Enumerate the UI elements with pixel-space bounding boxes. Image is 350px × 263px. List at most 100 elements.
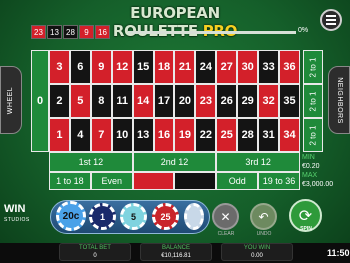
low-bet[interactable]: 1 to 18 — [49, 172, 91, 190]
logo-sub: STUDIOS — [4, 217, 30, 223]
dozen-bet[interactable]: 1st 12 — [49, 152, 133, 172]
number-cell[interactable]: 17 — [153, 84, 175, 118]
number-cell[interactable]: 3 — [49, 50, 70, 84]
menu-icon-line — [326, 15, 336, 17]
red-bet[interactable] — [132, 172, 175, 190]
total-bet-label: TOTAL BET — [79, 245, 111, 251]
even-bet[interactable]: Even — [90, 172, 133, 190]
neighbors-tab[interactable]: NEIGHBORS — [328, 66, 350, 134]
number-cell[interactable]: 31 — [258, 118, 280, 152]
number-cell[interactable]: 23 — [195, 84, 217, 118]
number-label: 17 — [157, 95, 171, 107]
number-cell[interactable]: 19 — [174, 118, 196, 152]
win-studios-logo: WIN STUDIOS — [4, 204, 30, 226]
chip-1[interactable]: 1 — [89, 203, 116, 230]
chip-25[interactable]: 25 — [152, 203, 179, 230]
history-result: 13 — [47, 25, 62, 39]
number-cell[interactable]: 28 — [237, 118, 259, 152]
number-label: 11 — [116, 95, 129, 107]
win-value: 0.00 — [251, 253, 263, 259]
number-cell[interactable]: 33 — [258, 50, 280, 84]
chip-5[interactable]: 5 — [120, 203, 147, 230]
logo-main: WIN — [4, 203, 26, 215]
undo-button[interactable]: ↶ — [250, 203, 277, 230]
balance-label: BALANCE — [161, 245, 190, 251]
menu-button[interactable] — [320, 9, 342, 31]
number-cell[interactable]: 2 — [49, 84, 70, 118]
chip-20c[interactable]: 20c — [56, 201, 86, 231]
high-bet[interactable]: 19 to 36 — [258, 172, 300, 190]
number-cell[interactable]: 30 — [237, 50, 259, 84]
number-cell[interactable]: 9 — [90, 50, 112, 84]
number-label: 2 — [56, 95, 63, 107]
number-label: 29 — [241, 95, 254, 107]
number-cell[interactable]: 25 — [216, 118, 238, 152]
max-value: €3,000.00 — [302, 181, 334, 188]
number-cell[interactable]: 14 — [132, 84, 154, 118]
max-label: MAX — [302, 172, 318, 179]
zero-cell[interactable]: 0 — [31, 50, 49, 152]
number-cell[interactable]: 7 — [90, 118, 112, 152]
number-cell[interactable]: 5 — [69, 84, 91, 118]
number-cell[interactable]: 18 — [153, 50, 175, 84]
number-cell[interactable]: 13 — [132, 118, 154, 152]
number-label: 24 — [199, 61, 212, 73]
number-label: 5 — [77, 95, 84, 107]
column-bet[interactable]: 2 to 1 — [303, 84, 323, 118]
number-label: 14 — [136, 95, 150, 107]
number-label: 31 — [262, 129, 275, 141]
black-bet[interactable] — [174, 172, 217, 190]
clear-button[interactable]: ✕ — [212, 203, 239, 230]
menu-icon-line — [326, 23, 336, 25]
win-label: YOU WIN — [243, 245, 271, 251]
number-cell[interactable]: 27 — [216, 50, 238, 84]
number-label: 35 — [283, 95, 296, 107]
number-cell[interactable]: 34 — [279, 118, 300, 152]
number-grid: 3 6 9 12 15 18 21 24 27 30 33 36 2 5 8 11 14 17 20 23 26 29 32… — [49, 50, 300, 152]
wheel-tab[interactable]: WHEEL — [0, 66, 22, 134]
number-cell[interactable]: 35 — [279, 84, 300, 118]
column-bet-label: 2 to 1 — [308, 124, 318, 146]
number-label: 23 — [199, 95, 212, 107]
odd-bet[interactable]: Odd — [216, 172, 259, 190]
number-label: 30 — [241, 61, 254, 73]
number-cell[interactable]: 22 — [195, 118, 217, 152]
number-cell[interactable]: 24 — [195, 50, 217, 84]
number-cell[interactable]: 20 — [174, 84, 196, 118]
number-cell[interactable]: 12 — [111, 50, 133, 84]
number-cell[interactable]: 6 — [69, 50, 91, 84]
number-cell[interactable]: 21 — [174, 50, 196, 84]
number-cell[interactable]: 26 — [216, 84, 238, 118]
number-cell[interactable]: 16 — [153, 118, 175, 152]
number-cell[interactable]: 8 — [90, 84, 112, 118]
number-label: 15 — [136, 61, 150, 73]
dozen-bet[interactable]: 2nd 12 — [132, 152, 217, 172]
undo-label: UNDO — [256, 231, 272, 237]
spin-icon: ⟳ — [298, 207, 313, 225]
number-cell[interactable]: 15 — [132, 50, 154, 84]
progress-bar — [128, 31, 296, 34]
column-bet[interactable]: 2 to 1 — [303, 118, 323, 152]
number-label: 6 — [77, 61, 84, 73]
total-bet-display: TOTAL BET 0 — [59, 243, 131, 261]
history-result: 9 — [79, 25, 94, 39]
chip-label: 1 — [99, 211, 105, 222]
number-cell[interactable]: 36 — [279, 50, 300, 84]
chip-partial[interactable] — [184, 203, 204, 230]
number-cell[interactable]: 10 — [111, 118, 133, 152]
history-result: 28 — [63, 25, 78, 39]
result-history: 23 13 28 9 16 — [31, 25, 110, 39]
number-label: 21 — [178, 61, 192, 73]
dozen-bet[interactable]: 3rd 12 — [216, 152, 301, 172]
number-cell[interactable]: 1 — [49, 118, 70, 152]
win-display: YOU WIN 0.00 — [221, 243, 293, 261]
number-cell[interactable]: 11 — [111, 84, 133, 118]
history-result: 16 — [95, 25, 110, 39]
number-cell[interactable]: 32 — [258, 84, 280, 118]
number-label: 3 — [56, 61, 63, 73]
column-bet[interactable]: 2 to 1 — [303, 50, 323, 84]
close-icon: ✕ — [220, 209, 231, 224]
number-cell[interactable]: 29 — [237, 84, 259, 118]
number-cell[interactable]: 4 — [69, 118, 91, 152]
number-label: 28 — [241, 129, 254, 141]
